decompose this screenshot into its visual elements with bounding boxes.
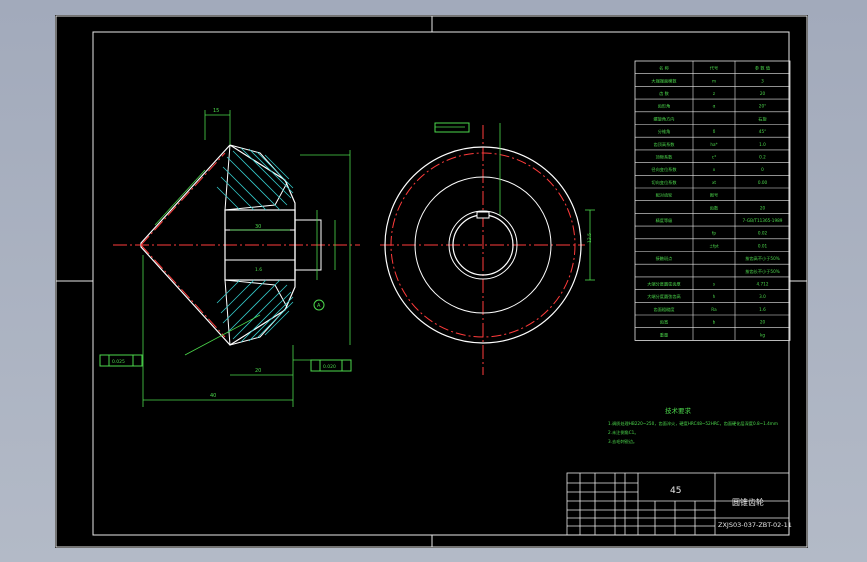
param-table-cell: c*	[712, 155, 716, 160]
param-table-cell: s	[713, 282, 715, 287]
param-table-cell: 20°	[759, 104, 766, 109]
param-table-cell: ±fpt	[709, 243, 719, 248]
param-table-cell: 3	[761, 78, 764, 83]
param-table-cell: 齿面粗糙度	[654, 306, 676, 313]
param-table-cell: 齿宽	[660, 319, 669, 326]
param-table-cell: 径向变位系数	[651, 166, 677, 173]
section-view: 15 40 20 30 0.025 0.020 A 1.6	[99, 108, 360, 407]
param-table-cell: 分锥角	[658, 128, 671, 135]
drawing-sheet[interactable]: 15 40 20 30 0.025 0.020 A 1.6 12.5 名 称 代…	[55, 15, 808, 548]
param-table-cell: 精度等级	[656, 217, 674, 224]
param-table-cell: 齿形角	[658, 103, 671, 110]
param-table-cell: ha*	[710, 142, 717, 147]
param-table-cell: 齿 数	[659, 90, 670, 97]
param-table-cell: 右旋	[758, 115, 767, 122]
dim-bore-length: 30	[255, 224, 261, 230]
param-table-cell: h	[713, 294, 716, 299]
tech-req-line-2: 2.未注倒角C1。	[608, 429, 639, 436]
param-table-cell: 20	[760, 91, 766, 96]
param-table-cell: 1.6	[759, 307, 766, 312]
param-table-cell: 0.02	[758, 231, 768, 236]
param-table-cell: 顶隙系数	[656, 154, 674, 161]
param-table-header-cell: 参 数 值	[755, 65, 770, 72]
param-table-cell: 大端分度圆弦齿厚	[647, 281, 681, 288]
param-table-cell: 7-GB/T11365-1989	[743, 218, 783, 223]
param-table-cell: xt	[712, 180, 716, 185]
param-table-cell: 0	[761, 167, 764, 172]
param-table-header-cell: 名 称	[659, 65, 669, 72]
param-table-cell: b	[713, 320, 716, 325]
param-table-cell: 按齿高不小于50%	[745, 255, 779, 262]
param-table-cell: 切向变位系数	[651, 179, 677, 186]
material-label: 45	[670, 486, 681, 496]
part-name: 圆锥齿轮	[732, 497, 764, 507]
param-table-cell: 0.00	[758, 180, 768, 185]
param-table-cell: 45°	[759, 129, 766, 134]
param-table-cell: z	[713, 91, 716, 96]
datum-a: A	[317, 303, 321, 309]
param-table-cell: 大端端面模数	[651, 77, 677, 84]
roughness-note: 1.6	[255, 267, 262, 273]
svg-text:0.025: 0.025	[112, 359, 125, 365]
param-table-cell: α	[713, 104, 716, 109]
param-table-cell: 0.2	[759, 155, 766, 160]
param-table-cell: 重量	[660, 331, 668, 338]
param-table-cell: 3.0	[759, 294, 766, 299]
param-table-cell: 0.01	[758, 243, 768, 248]
dim-keyway: 12.5	[587, 233, 593, 243]
param-table-cell: kg	[760, 332, 765, 337]
param-table-cell: fp	[712, 231, 716, 236]
param-table-cell: 1.0	[759, 142, 766, 147]
param-table-cell: 图号	[710, 193, 718, 199]
dim-total-length: 40	[210, 393, 216, 399]
param-table-cell: 配对齿轮	[656, 192, 674, 199]
param-table-cell: 齿顶高系数	[654, 141, 676, 148]
dim-hub-length: 20	[255, 368, 261, 374]
sheet-border	[55, 15, 808, 548]
front-view: 12.5	[380, 122, 595, 375]
svg-text:0.020: 0.020	[323, 364, 336, 370]
param-table-cell: δ	[713, 129, 716, 134]
param-table-cell: 4.712	[757, 282, 769, 287]
param-table-cell: x	[713, 167, 716, 172]
drawing-frame	[92, 31, 790, 536]
param-table-cell: 齿数	[710, 204, 719, 211]
dim-hub-width: 15	[213, 108, 219, 114]
param-table-header-cell: 代号	[710, 65, 718, 72]
param-table-cell: 按齿长不小于50%	[745, 268, 779, 275]
param-table-cell: 20	[760, 205, 766, 210]
cad-viewport[interactable]: 15 40 20 30 0.025 0.020 A 1.6 12.5 名 称 代…	[0, 0, 867, 562]
tech-requirements: 技术要求 1.调质处理HB220~250，齿面淬火，硬度HRC48~52HRC，…	[608, 406, 778, 445]
drawing-canvas: 15 40 20 30 0.025 0.020 A 1.6 12.5 名 称 代…	[55, 15, 808, 548]
tech-req-line-1: 1.调质处理HB220~250，齿面淬火，硬度HRC48~52HRC，齿面硬化层…	[608, 420, 778, 427]
param-table-cell: Ra	[711, 307, 717, 312]
tech-req-line-3: 3.去毛刺锐边。	[608, 438, 637, 445]
param-table-cell: 接触斑点	[656, 255, 673, 262]
tech-req-heading: 技术要求	[665, 406, 692, 415]
drawing-number: ZXJS03-037-ZBT-02-11	[718, 521, 792, 529]
param-table-cell: m	[712, 78, 716, 83]
param-table-cell: 螺旋角方向	[654, 115, 675, 122]
param-table-cell: 大端分度圆弦齿高	[647, 293, 681, 300]
param-table-cell: 20	[760, 320, 766, 325]
param-table: 名 称 代号 参 数 值大端端面模数 m 3 齿 数 z 20 齿形角 α 20° 螺旋角方向 右旋分锥…	[634, 60, 791, 341]
